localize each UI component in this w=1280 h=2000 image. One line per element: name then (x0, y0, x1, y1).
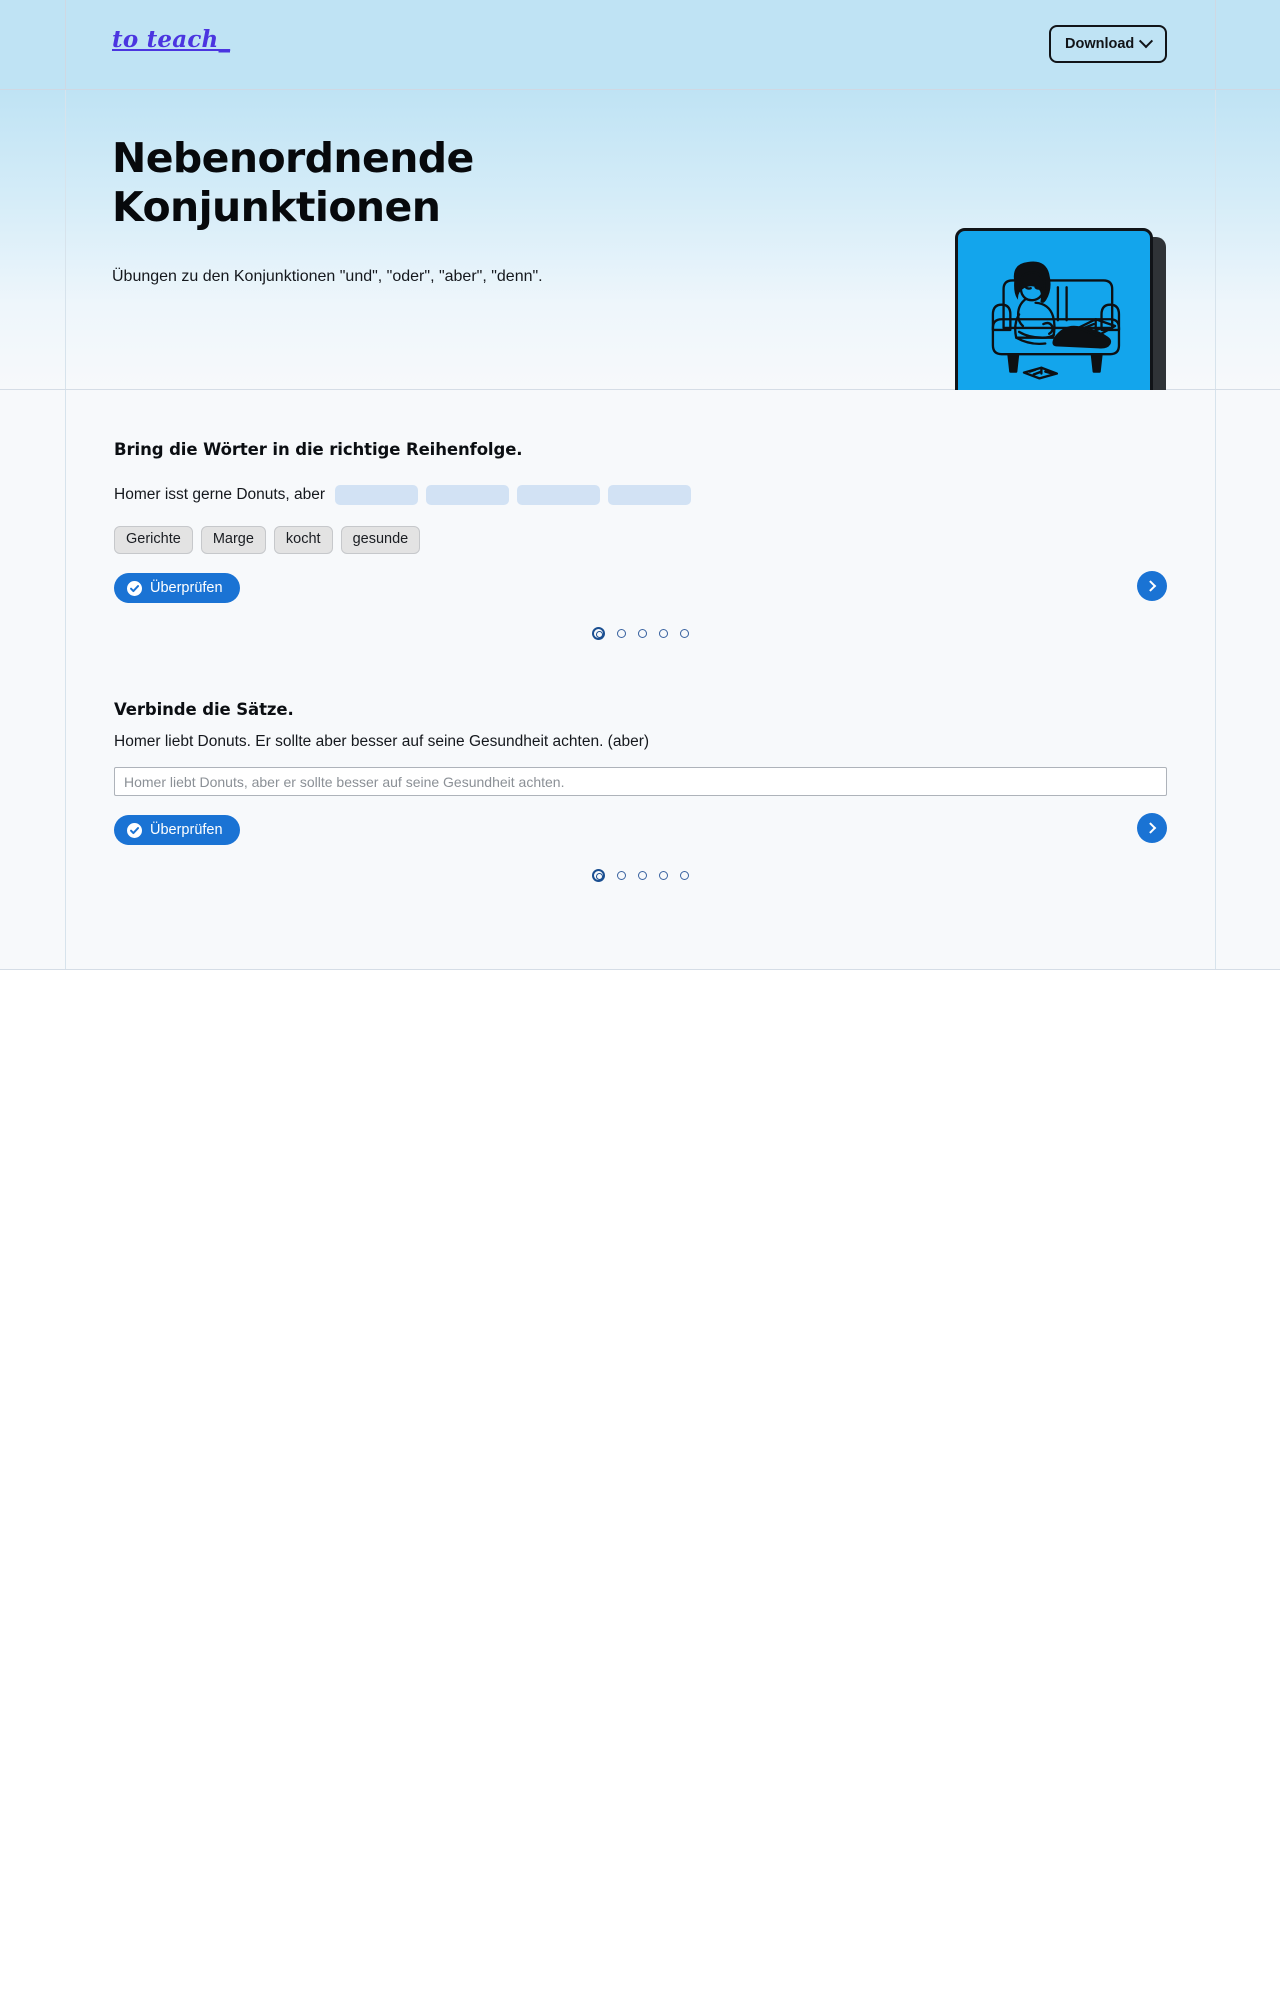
next-exercise-button[interactable] (1137, 571, 1167, 601)
layout-rule-right (1215, 390, 1216, 969)
dropzone-slot-3[interactable] (517, 485, 601, 505)
next-exercise-button[interactable] (1137, 813, 1167, 843)
exercise-sentence-row: Homer isst gerne Donuts, aber (114, 485, 1167, 505)
check-circle-icon (127, 580, 142, 596)
pagination-dot-3[interactable] (638, 629, 647, 638)
pagination-dot-5[interactable] (680, 629, 689, 638)
chevron-down-icon (1139, 34, 1154, 49)
chevron-right-icon (1144, 822, 1157, 834)
pagination-dot-5[interactable] (680, 871, 689, 880)
dropzone-group (335, 485, 692, 505)
download-button-label: Download (1065, 36, 1135, 52)
page-title: Nebenordnende Konjunktionen (112, 134, 474, 231)
pagination-dot-1[interactable] (592, 627, 605, 640)
exercise-prompt: Homer liebt Donuts. Er sollte aber besse… (114, 733, 650, 750)
pagination-dots (114, 627, 1167, 640)
site-logo[interactable]: to teach_ (112, 26, 230, 53)
word-chip[interactable]: gesunde (340, 526, 421, 554)
layout-rule-right (1215, 0, 1216, 89)
exercise-title: Verbinde die Sätze. (114, 700, 294, 719)
download-button[interactable]: Download (1049, 25, 1168, 63)
exercise-actions: Überprüfen (114, 571, 1167, 605)
pagination-dots (114, 869, 1167, 882)
dropzone-slot-2[interactable] (426, 485, 510, 505)
layout-rule-right (1215, 90, 1216, 389)
page-root: to teach_ Download Nebenordnende Konjunk… (0, 0, 1280, 2000)
pagination-dot-4[interactable] (659, 629, 668, 638)
top-header-bar: to teach_ Download (0, 0, 1280, 90)
layout-rule-left (65, 90, 66, 389)
layout-rule-left (65, 0, 66, 89)
check-answer-button[interactable]: Überprüfen (114, 815, 240, 845)
main-content: Bring die Wörter in die richtige Reihenf… (0, 390, 1280, 970)
answer-input[interactable] (114, 767, 1167, 796)
pagination-dot-4[interactable] (659, 871, 668, 880)
check-circle-icon (127, 822, 142, 838)
word-chip[interactable]: Marge (200, 526, 266, 554)
hero-section: Nebenordnende Konjunktionen Übungen zu d… (0, 90, 1280, 439)
sentence-prefix: Homer isst gerne Donuts, aber (114, 486, 326, 503)
layout-rule-left (65, 390, 66, 969)
dropzone-slot-4[interactable] (608, 485, 692, 505)
exercise-word-order: Bring die Wörter in die richtige Reihenf… (114, 440, 1167, 640)
exercise-actions: Überprüfen (114, 813, 1167, 847)
pagination-dot-2[interactable] (617, 629, 626, 638)
word-chip[interactable]: Gerichte (114, 526, 193, 554)
check-answer-button[interactable]: Überprüfen (114, 573, 240, 603)
exercise-title: Bring die Wörter in die richtige Reihenf… (114, 440, 523, 459)
word-bank: Gerichte Marge kocht gesunde (114, 526, 1167, 554)
word-chip[interactable]: kocht (273, 526, 333, 554)
check-answer-label: Überprüfen (150, 822, 223, 838)
pagination-dot-1[interactable] (592, 869, 605, 882)
check-answer-label: Überprüfen (150, 580, 223, 596)
pagination-dot-3[interactable] (638, 871, 647, 880)
page-subtitle: Übungen zu den Konjunktionen "und", "ode… (112, 268, 543, 285)
exercise-connect-sentences: Verbinde die Sätze. Homer liebt Donuts. … (114, 700, 1167, 882)
chevron-right-icon (1144, 580, 1157, 592)
dropzone-slot-1[interactable] (335, 485, 419, 505)
pagination-dot-2[interactable] (617, 871, 626, 880)
